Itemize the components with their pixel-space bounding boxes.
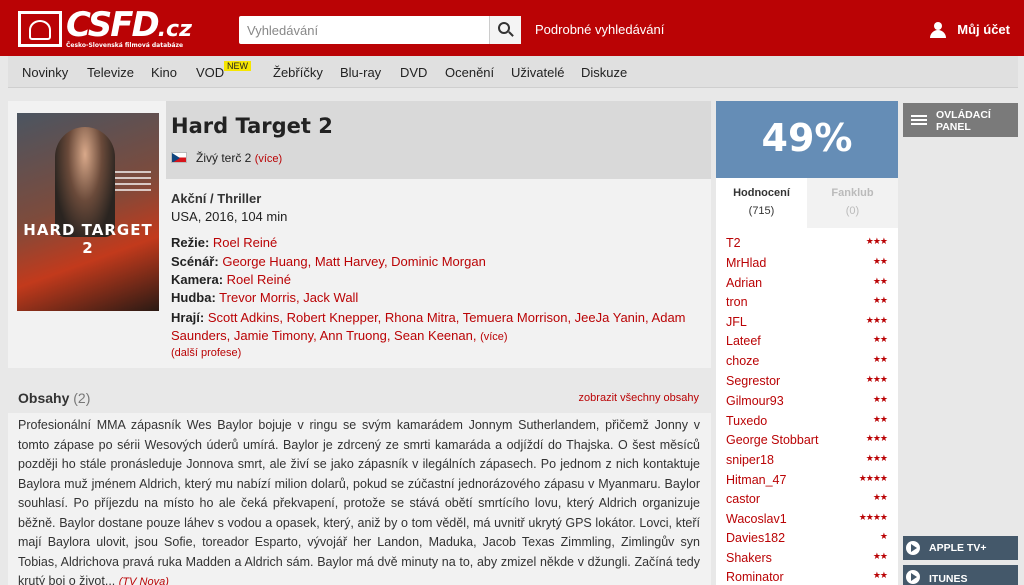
crew-row-screenplay: Scénář: George Huang, Matt Harvey, Domin…	[171, 254, 486, 269]
rating-stars: ★★	[872, 257, 888, 267]
tab-ratings[interactable]	[716, 178, 807, 228]
rating-stars: ★★★★	[858, 474, 888, 484]
rating-user[interactable]: choze	[726, 354, 759, 368]
nav-item-bluray[interactable]: Blu-ray	[340, 65, 381, 80]
rating-user[interactable]: castor	[726, 492, 760, 506]
rating-stars: ★★★	[865, 316, 888, 326]
tab-fanclub[interactable]: Fanklub	[807, 187, 898, 199]
nav-item-kino[interactable]: Kino	[151, 65, 177, 80]
rating-stars: ★★	[872, 277, 888, 287]
film-origin: USA, 2016, 104 min	[171, 209, 288, 224]
search-input[interactable]	[239, 16, 489, 44]
logo-text: CSFD.cz	[66, 5, 192, 45]
plot-title: Obsahy (2)	[18, 390, 91, 406]
control-panel-label: OVLÁDACÍ PANEL	[936, 109, 991, 133]
advanced-search-link[interactable]: Podrobné vyhledávání	[535, 22, 664, 37]
tab-fanclub-count: (0)	[845, 205, 860, 217]
tab-ratings-count: (715)	[748, 205, 775, 217]
search-box	[239, 16, 521, 44]
rating-user[interactable]: Lateef	[726, 334, 761, 348]
rating-user[interactable]: Hitman_47	[726, 473, 786, 487]
director-names[interactable]: Roel Reiné	[213, 235, 277, 250]
rating-stars: ★★★★	[858, 513, 888, 523]
rating-stars: ★★	[872, 395, 888, 405]
rating-user[interactable]: sniper18	[726, 453, 774, 467]
rating-user[interactable]: Wacoslav1	[726, 512, 787, 526]
rating-stars: ★★	[872, 335, 888, 345]
rating-stars: ★★★	[865, 237, 888, 247]
rating-user[interactable]: Shakers	[726, 551, 772, 565]
rating-value: 49%	[761, 116, 853, 160]
csfd-logo[interactable]: CSFD.cz Česko-Slovenská filmová databáze	[18, 5, 192, 53]
rating-stars: ★★★	[865, 434, 888, 444]
rating-stars: ★★	[872, 571, 888, 581]
tab-ratings-label: Hodnocení	[733, 187, 790, 199]
rating-user[interactable]: Tuxedo	[726, 414, 767, 428]
music-names[interactable]: Trevor Morris, Jack Wall	[219, 290, 358, 305]
poster-title: HARD TARGET 2	[23, 221, 153, 257]
rating-user[interactable]: MrHlad	[726, 256, 766, 270]
rating-stars: ★★	[872, 493, 888, 503]
rating-user[interactable]: tron	[726, 295, 748, 309]
nav-item-oceneni[interactable]: Ocenění	[445, 65, 494, 80]
plot-text: Profesionální MMA zápasník Wes Baylor bo…	[18, 416, 700, 585]
rating-user[interactable]: Davies182	[726, 531, 785, 545]
cast-names[interactable]: Scott Adkins, Robert Knepper, Rhona Mitr…	[171, 310, 686, 343]
film-poster[interactable]: HARD TARGET 2	[17, 113, 159, 311]
title-band	[166, 101, 711, 179]
rating-user[interactable]: Rominator	[726, 570, 784, 584]
film-genre: Akční / Thriller	[171, 191, 262, 206]
crew-row-director: Režie: Roel Reiné	[171, 235, 278, 250]
play-icon	[906, 570, 920, 584]
cast-more-link[interactable]: (více)	[480, 331, 508, 343]
search-button[interactable]	[489, 16, 521, 44]
account-link[interactable]: Můj účet	[957, 22, 1010, 37]
rating-stars: ★★	[872, 415, 888, 425]
nav-item-uzivatele[interactable]: Uživatelé	[511, 65, 564, 80]
screenplay-names[interactable]: George Huang, Matt Harvey, Dominic Morga…	[222, 254, 485, 269]
cast-row: Hrají: Scott Adkins, Robert Knepper, Rho…	[171, 310, 686, 343]
camera-names[interactable]: Roel Reiné	[227, 272, 291, 287]
play-icon	[906, 541, 920, 555]
logo-subtitle: Česko-Slovenská filmová databáze	[66, 42, 184, 49]
crew-row-music: Hudba: Trevor Morris, Jack Wall	[171, 290, 359, 305]
alt-title: Živý terč 2 (více)	[196, 151, 283, 165]
rating-stars: ★	[879, 532, 888, 542]
alt-title-more-link[interactable]: (více)	[255, 153, 283, 165]
menu-icon	[911, 115, 927, 125]
apple-tv-label: APPLE TV+	[929, 542, 987, 554]
nav-item-novinky[interactable]: Novinky	[22, 65, 68, 80]
rating-user[interactable]: JFL	[726, 315, 747, 329]
show-all-plots-link[interactable]: zobrazit všechny obsahy	[579, 392, 699, 404]
plot-source: (TV Nova)	[118, 576, 169, 585]
nav-item-diskuze[interactable]: Diskuze	[581, 65, 627, 80]
film-title: Hard Target 2	[171, 114, 333, 138]
user-icon[interactable]	[929, 22, 947, 38]
rating-stars: ★★★	[865, 454, 888, 464]
nav-item-dvd[interactable]: DVD	[400, 65, 427, 80]
more-professions-link[interactable]: (další profese)	[171, 347, 241, 359]
rating-user[interactable]: George Stobbart	[726, 433, 818, 447]
new-badge: NEW	[224, 61, 251, 71]
itunes-label: ITUNES	[929, 573, 968, 585]
rating-stars: ★★	[872, 296, 888, 306]
nav-item-televize[interactable]: Televize	[87, 65, 134, 80]
rating-user[interactable]: Segrestor	[726, 374, 780, 388]
rating-stars: ★★	[872, 552, 888, 562]
film-reel-icon	[18, 11, 62, 47]
nav-item-vod[interactable]: VOD	[196, 65, 224, 80]
rating-user[interactable]: Gilmour93	[726, 394, 784, 408]
czech-flag-icon	[171, 152, 187, 163]
rating-stars: ★★★	[865, 375, 888, 385]
rating-stars: ★★	[872, 355, 888, 365]
nav-item-zebricky[interactable]: Žebříčky	[273, 65, 323, 80]
rating-user[interactable]: Adrian	[726, 276, 762, 290]
rating-user[interactable]: T2	[726, 236, 741, 250]
crew-row-camera: Kamera: Roel Reiné	[171, 272, 291, 287]
